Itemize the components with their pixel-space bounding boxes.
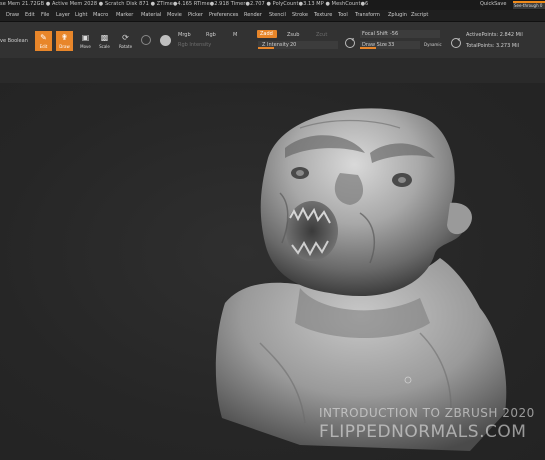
live-boolean-button[interactable]: ve Boolean: [0, 38, 28, 44]
quicksave-button[interactable]: QuickSave: [480, 1, 506, 7]
active-points-readout: ActivePoints: 2.842 Mil: [466, 32, 523, 38]
polyframe-icon[interactable]: [141, 35, 151, 45]
menu-bar: Draw Edit File Layer Light Macro Marker …: [0, 10, 545, 22]
scale-icon: ▩: [100, 33, 109, 42]
focal-shift-value: -56: [390, 31, 399, 37]
menu-zplugin[interactable]: Zplugin: [388, 12, 407, 18]
shelf-area: [0, 58, 545, 83]
edit-label: Edit: [39, 44, 48, 49]
rgb-button[interactable]: Rgb: [206, 32, 216, 38]
viewport-canvas[interactable]: INTRODUCTION TO ZBRUSH 2020 FLIPPEDNORMA…: [0, 83, 545, 460]
move-label: Move: [80, 44, 91, 49]
scale-label: Scale: [99, 44, 110, 49]
brush-icon: [344, 34, 356, 48]
draw-icon: ✟: [61, 33, 68, 42]
dynamic-button[interactable]: Dynamic: [424, 42, 442, 47]
zsub-button[interactable]: Zsub: [287, 32, 299, 38]
z-intensity-label: Z Intensity: [262, 42, 289, 48]
menu-transform[interactable]: Transform: [355, 12, 380, 18]
menu-preferences[interactable]: Preferences: [209, 12, 238, 18]
rotate-icon: ⟳: [122, 33, 129, 42]
rotate-button[interactable]: ⟳ Rotate: [117, 31, 134, 51]
menu-layer[interactable]: Layer: [56, 12, 70, 18]
rotate-label: Rotate: [118, 44, 133, 49]
memory-stats: se Mem 21.72GB ● Active Mem 2028 ● Scrat…: [0, 1, 369, 7]
zadd-button[interactable]: Zadd: [257, 30, 277, 38]
sculpt-render: [215, 108, 507, 451]
draw-button[interactable]: ✟ Draw: [56, 31, 73, 51]
draw-size-value: 33: [388, 42, 395, 48]
menu-material[interactable]: Material: [141, 12, 161, 18]
menu-marker[interactable]: Marker: [116, 12, 133, 18]
menu-draw[interactable]: Draw: [6, 12, 19, 18]
draw-size-slider[interactable]: Draw Size 33: [360, 41, 420, 49]
edit-icon: ✎: [40, 33, 47, 42]
focal-shift-label: Focal Shift: [362, 31, 388, 37]
z-intensity-slider[interactable]: Z Intensity 20: [258, 41, 338, 49]
menu-file[interactable]: File: [41, 12, 49, 18]
draw-label: Draw: [59, 44, 70, 49]
menu-zscript[interactable]: Zscript: [411, 12, 428, 18]
see-through-slider[interactable]: See-through 0: [513, 1, 545, 9]
m-button[interactable]: M: [233, 32, 237, 38]
mrgb-button[interactable]: Mrgb: [178, 32, 191, 38]
edit-button[interactable]: ✎ Edit: [35, 31, 52, 51]
watermark-title: INTRODUCTION TO ZBRUSH 2020: [319, 406, 535, 420]
title-bar: se Mem 21.72GB ● Active Mem 2028 ● Scrat…: [0, 0, 545, 10]
points-icon: [450, 34, 462, 48]
zadd-label: Zadd: [260, 31, 273, 37]
move-button[interactable]: ▣ Move: [77, 31, 94, 51]
z-intensity-value: 20: [290, 42, 297, 48]
watermark-url: FLIPPEDNORMALS.COM: [319, 422, 527, 442]
material-sphere-icon[interactable]: [160, 35, 171, 46]
move-icon: ▣: [81, 33, 90, 42]
menu-texture[interactable]: Texture: [314, 12, 332, 18]
scale-button[interactable]: ▩ Scale: [96, 31, 113, 51]
menu-tool[interactable]: Tool: [338, 12, 348, 18]
rgb-intensity-slider[interactable]: Rgb Intensity: [178, 42, 211, 48]
menu-picker[interactable]: Picker: [188, 12, 203, 18]
menu-render[interactable]: Render: [244, 12, 262, 18]
draw-size-label: Draw Size: [362, 42, 387, 48]
menu-edit[interactable]: Edit: [25, 12, 35, 18]
total-points-readout: TotalPoints: 3.273 Mil: [466, 43, 519, 49]
menu-macro[interactable]: Macro: [93, 12, 108, 18]
top-toolbar: ve Boolean ✎ Edit ✟ Draw ▣ Move ▩ Scale …: [0, 22, 545, 59]
menu-light[interactable]: Light: [75, 12, 87, 18]
menu-stroke[interactable]: Stroke: [292, 12, 308, 18]
zcut-button[interactable]: Zcut: [316, 32, 327, 38]
focal-shift-slider[interactable]: Focal Shift -56: [360, 30, 440, 38]
menu-movie[interactable]: Movie: [167, 12, 182, 18]
menu-stencil[interactable]: Stencil: [269, 12, 286, 18]
